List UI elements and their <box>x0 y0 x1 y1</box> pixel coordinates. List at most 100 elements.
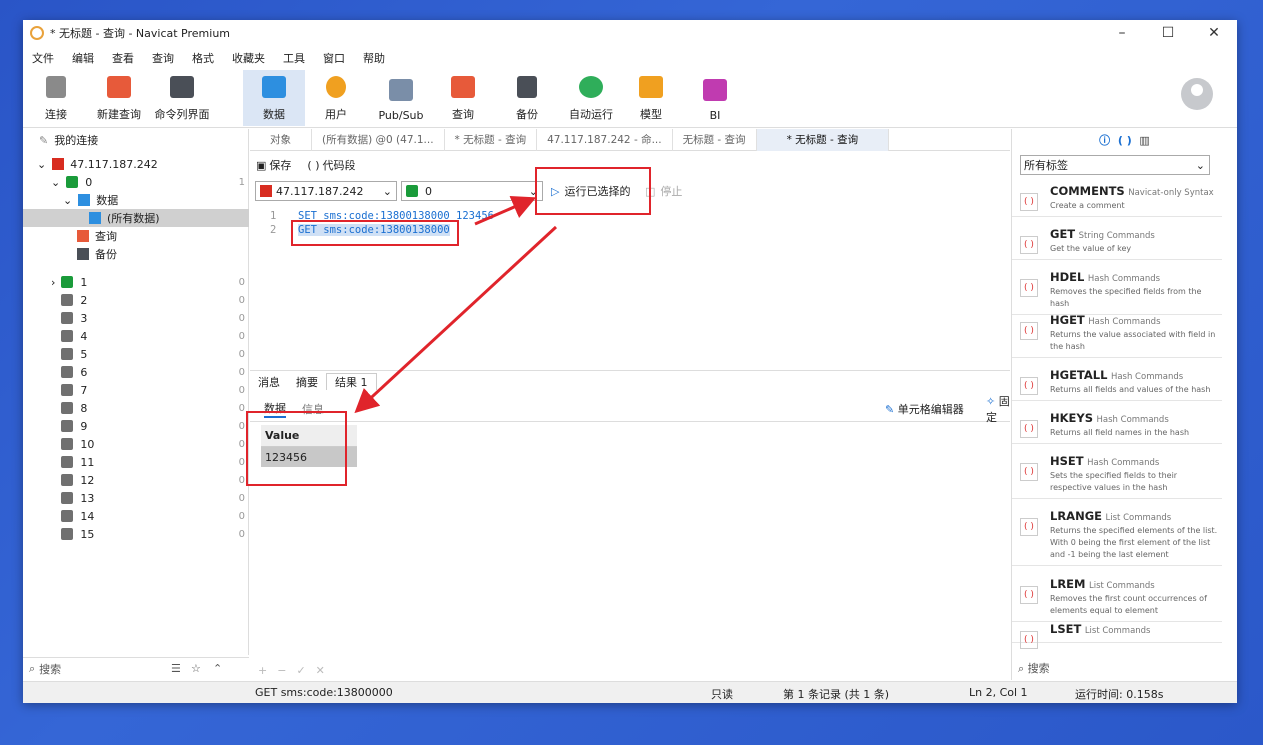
command-item-get[interactable]: ( ) GET String Commands Get the value of k… <box>1012 224 1222 260</box>
command-item-lset[interactable]: ( ) LSET List Commands <box>1012 619 1222 649</box>
db-label: 13 <box>80 491 95 505</box>
db-node-4[interactable]: ›40 <box>23 327 249 345</box>
automation-button[interactable]: 自动运行 <box>563 70 619 126</box>
apply-icon[interactable]: ✓ <box>296 664 305 677</box>
db-node-12[interactable]: ›120 <box>23 471 249 489</box>
menu-query[interactable]: 查询 <box>143 50 183 66</box>
chevron-down-icon: ⌄ <box>1195 158 1205 172</box>
menu-format[interactable]: 格式 <box>183 50 223 66</box>
menu-view[interactable]: 查看 <box>103 50 143 66</box>
cell-editor-button[interactable]: ✎ 单元格编辑器 <box>885 401 964 417</box>
command-category: Hash Commands <box>1096 415 1169 425</box>
right-search[interactable]: ⌕ 搜索 <box>1018 660 1050 676</box>
db-label: 10 <box>80 437 95 451</box>
tab-result-1[interactable]: 结果 1 <box>326 373 377 390</box>
grid-icon[interactable]: ▥ <box>1139 134 1149 147</box>
menu-window[interactable]: 窗口 <box>314 50 354 66</box>
menu-favorites[interactable]: 收藏夹 <box>223 50 274 66</box>
server-select[interactable]: 47.117.187.242 ⌄ <box>255 181 397 201</box>
query-icon <box>77 230 89 242</box>
command-item-hset[interactable]: ( ) HSET Hash Commands Sets the specified … <box>1012 451 1222 499</box>
new-query-button[interactable]: 新建查询 <box>93 70 145 126</box>
tag-filter-value: 所有标签 <box>1024 159 1068 172</box>
db-node-11[interactable]: ›110 <box>23 453 249 471</box>
tab-cli[interactable]: 47.117.187.242 - 命... <box>537 128 673 151</box>
tab-summary[interactable]: 摘要 <box>288 374 326 390</box>
avatar[interactable] <box>1181 78 1213 110</box>
backup-node[interactable]: 备份 <box>23 245 249 263</box>
query-node[interactable]: 查询 <box>23 227 249 245</box>
database-icon <box>61 510 74 522</box>
save-button[interactable]: 保存 <box>269 157 291 173</box>
tab-untitled-2[interactable]: 无标题 - 查询 <box>673 128 757 151</box>
db-label: 5 <box>80 347 88 361</box>
menu-tools[interactable]: 工具 <box>274 50 314 66</box>
info-icon[interactable]: ⓘ <box>1099 132 1110 148</box>
data-button[interactable]: 数据 <box>243 70 305 126</box>
add-record-icon[interactable]: + <box>258 664 267 677</box>
minimize-button[interactable]: – <box>1099 20 1145 46</box>
db-select[interactable]: 0 ⌄ <box>401 181 543 201</box>
db-node-14[interactable]: ›140 <box>23 507 249 525</box>
db-node-9[interactable]: ›90 <box>23 417 249 435</box>
database-icon <box>61 402 74 414</box>
left-search[interactable]: ⌕ 搜索 ☰ ☆ ⌃ <box>23 657 249 679</box>
delete-record-icon[interactable]: − <box>277 664 286 677</box>
db-node-6[interactable]: ›60 <box>23 363 249 381</box>
db-node-13[interactable]: ›130 <box>23 489 249 507</box>
star-icon[interactable]: ☆ <box>191 662 201 675</box>
db-node-7[interactable]: ›70 <box>23 381 249 399</box>
code-icon[interactable]: ( ) <box>1118 134 1132 147</box>
user-button[interactable]: 用户 <box>311 70 361 126</box>
db-node-8[interactable]: ›80 <box>23 399 249 417</box>
db-count: 0 <box>238 510 245 522</box>
db-node-1[interactable]: › 1 0 <box>23 273 249 291</box>
redis-icon <box>52 158 65 170</box>
tab-messages[interactable]: 消息 <box>250 374 288 390</box>
tab-untitled-1[interactable]: * 无标题 - 查询 <box>445 128 538 151</box>
line-number: 1 <box>270 210 277 222</box>
data-folder-node[interactable]: ⌄ 数据 <box>23 191 249 209</box>
command-item-lrange[interactable]: ( ) LRANGE List Commands Returns the speci… <box>1012 506 1222 566</box>
menu-edit[interactable]: 编辑 <box>63 50 103 66</box>
db-node-5[interactable]: ›50 <box>23 345 249 363</box>
db-count: 0 <box>238 294 245 306</box>
command-item-comments[interactable]: ( ) COMMENTS Navicat-only Syntax Create a … <box>1012 181 1222 217</box>
server-node[interactable]: ⌄ 47.117.187.242 <box>23 155 249 173</box>
model-button[interactable]: 模型 <box>629 70 673 126</box>
collapse-icon[interactable]: ⌃ <box>213 662 222 675</box>
chevron-down-icon: ⌄ <box>63 193 73 207</box>
bi-button[interactable]: BI <box>693 70 737 126</box>
db-node-10[interactable]: ›100 <box>23 435 249 453</box>
command-item-hgetall[interactable]: ( ) HGETALL Hash Commands Returns all fiel… <box>1012 365 1222 401</box>
menu-help[interactable]: 帮助 <box>354 50 394 66</box>
snippet-button[interactable]: 代码段 <box>323 157 356 173</box>
query-button[interactable]: 查询 <box>441 70 485 126</box>
tab-objects[interactable]: 对象 <box>250 128 312 151</box>
command-category: List Commands <box>1084 626 1151 636</box>
filter-icon[interactable]: ☰ <box>171 662 181 675</box>
command-item-lrem[interactable]: ( ) LREM List Commands Removes the first c… <box>1012 574 1222 622</box>
my-connections-header: ✎ 我的连接 <box>23 129 248 151</box>
menu-file[interactable]: 文件 <box>23 50 63 66</box>
db-node-2[interactable]: ›20 <box>23 291 249 309</box>
discard-icon[interactable]: ✕ <box>316 664 325 677</box>
all-data-node[interactable]: (所有数据) <box>23 209 249 227</box>
command-item-hget[interactable]: ( ) HGET Hash Commands Returns the value a… <box>1012 310 1222 358</box>
pin-button[interactable]: ✧ 固定 <box>986 393 1010 425</box>
db-node-3[interactable]: ›30 <box>23 309 249 327</box>
connect-button[interactable]: 连接 <box>31 70 81 126</box>
cli-button[interactable]: 命令列界面 <box>151 70 213 126</box>
tag-filter-select[interactable]: 所有标签 ⌄ <box>1020 155 1210 175</box>
tab-untitled-active[interactable]: * 无标题 - 查询 <box>756 128 890 151</box>
backup-button[interactable]: 备份 <box>505 70 549 126</box>
command-item-hkeys[interactable]: ( ) HKEYS Hash Commands Returns all field … <box>1012 408 1222 444</box>
command-item-hdel[interactable]: ( ) HDEL Hash Commands Removes the specifi… <box>1012 267 1222 315</box>
db-node-15[interactable]: ›150 <box>23 525 249 543</box>
maximize-button[interactable]: ☐ <box>1145 20 1191 46</box>
db-count: 0 <box>238 420 245 432</box>
close-button[interactable]: ✕ <box>1191 20 1237 46</box>
pubsub-button[interactable]: Pub/Sub <box>373 70 429 126</box>
db-node-0[interactable]: ⌄ 0 1 <box>23 173 249 191</box>
tab-all-data[interactable]: (所有数据) @0 (47.1... <box>312 128 445 151</box>
